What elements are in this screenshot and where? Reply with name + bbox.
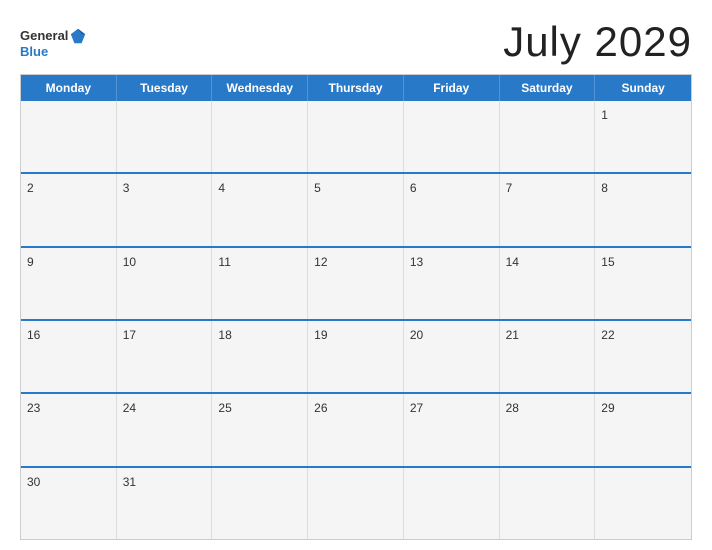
calendar-cell: [212, 468, 308, 539]
calendar-cell: 15: [595, 248, 691, 319]
calendar-cell: [117, 101, 213, 172]
logo-blue-text: Blue: [20, 45, 48, 58]
day-number: 19: [314, 328, 327, 342]
header: General Blue July 2029: [20, 18, 692, 66]
calendar-cell: 14: [500, 248, 596, 319]
day-number: 20: [410, 328, 423, 342]
day-number: 3: [123, 181, 130, 195]
calendar-cell: 10: [117, 248, 213, 319]
day-number: 7: [506, 181, 513, 195]
calendar-cell: 23: [21, 394, 117, 465]
day-number: 9: [27, 255, 34, 269]
calendar-row-0: 1: [21, 101, 691, 172]
calendar-row-5: 30 31: [21, 466, 691, 539]
day-number: 25: [218, 401, 231, 415]
calendar-cell: 16: [21, 321, 117, 392]
month-title: July 2029: [503, 18, 692, 66]
day-number: 27: [410, 401, 423, 415]
calendar-cell: 20: [404, 321, 500, 392]
calendar-cell: 29: [595, 394, 691, 465]
calendar-body: 1234567891011121314151617181920212223242…: [21, 101, 691, 539]
day-number: 13: [410, 255, 423, 269]
day-number: 14: [506, 255, 519, 269]
day-number: 26: [314, 401, 327, 415]
calendar-cell: 27: [404, 394, 500, 465]
calendar-row-1: 2 3 4 5 6 7 8: [21, 172, 691, 245]
calendar-cell: 6: [404, 174, 500, 245]
day-number: 2: [27, 181, 34, 195]
logo-flag-icon: [69, 27, 87, 45]
day-number: 23: [27, 401, 40, 415]
calendar-cell: 25: [212, 394, 308, 465]
day-number: 17: [123, 328, 136, 342]
day-number: 18: [218, 328, 231, 342]
calendar-cell: 30: [21, 468, 117, 539]
calendar-cell: 26: [308, 394, 404, 465]
calendar-cell: 12: [308, 248, 404, 319]
weekday-wednesday: Wednesday: [212, 75, 308, 101]
calendar-cell: 4: [212, 174, 308, 245]
calendar-cell: 7: [500, 174, 596, 245]
calendar-cell: 18: [212, 321, 308, 392]
calendar-cell: [500, 468, 596, 539]
weekday-saturday: Saturday: [500, 75, 596, 101]
logo-general-text: General: [20, 29, 68, 42]
calendar-cell: 11: [212, 248, 308, 319]
calendar-cell: 3: [117, 174, 213, 245]
calendar-cell: [404, 101, 500, 172]
calendar-cell: 8: [595, 174, 691, 245]
logo: General Blue: [20, 27, 87, 58]
calendar-cell: [308, 101, 404, 172]
calendar-row-3: 16 17 18 19 20 21 22: [21, 319, 691, 392]
calendar-cell: 19: [308, 321, 404, 392]
day-number: 24: [123, 401, 136, 415]
day-number: 31: [123, 475, 136, 489]
calendar-row-2: 9 10 11 12 13 14 15: [21, 246, 691, 319]
calendar-cell: 2: [21, 174, 117, 245]
calendar-cell: [308, 468, 404, 539]
calendar-cell: [500, 101, 596, 172]
calendar: Monday Tuesday Wednesday Thursday Friday…: [20, 74, 692, 540]
day-number: 10: [123, 255, 136, 269]
calendar-cell: [595, 468, 691, 539]
calendar-cell: 5: [308, 174, 404, 245]
day-number: 4: [218, 181, 225, 195]
weekday-monday: Monday: [21, 75, 117, 101]
calendar-cell: 1: [595, 101, 691, 172]
calendar-cell: 9: [21, 248, 117, 319]
calendar-cell: 13: [404, 248, 500, 319]
weekday-friday: Friday: [404, 75, 500, 101]
day-number: 5: [314, 181, 321, 195]
calendar-cell: [212, 101, 308, 172]
calendar-cell: [404, 468, 500, 539]
day-number: 1: [601, 108, 608, 122]
calendar-cell: 28: [500, 394, 596, 465]
weekday-sunday: Sunday: [595, 75, 691, 101]
day-number: 6: [410, 181, 417, 195]
day-number: 30: [27, 475, 40, 489]
day-number: 8: [601, 181, 608, 195]
page: General Blue July 2029 Monday Tuesday We…: [0, 0, 712, 550]
calendar-cell: 22: [595, 321, 691, 392]
weekday-thursday: Thursday: [308, 75, 404, 101]
day-number: 16: [27, 328, 40, 342]
calendar-cell: 31: [117, 468, 213, 539]
day-number: 22: [601, 328, 614, 342]
calendar-cell: 21: [500, 321, 596, 392]
day-number: 29: [601, 401, 614, 415]
calendar-row-4: 23 24 25 26 27 28 29: [21, 392, 691, 465]
day-number: 11: [218, 255, 230, 269]
weekday-tuesday: Tuesday: [117, 75, 213, 101]
day-number: 28: [506, 401, 519, 415]
calendar-cell: 24: [117, 394, 213, 465]
calendar-cell: 17: [117, 321, 213, 392]
calendar-header: Monday Tuesday Wednesday Thursday Friday…: [21, 75, 691, 101]
day-number: 15: [601, 255, 614, 269]
day-number: 21: [506, 328, 519, 342]
calendar-cell: [21, 101, 117, 172]
day-number: 12: [314, 255, 327, 269]
